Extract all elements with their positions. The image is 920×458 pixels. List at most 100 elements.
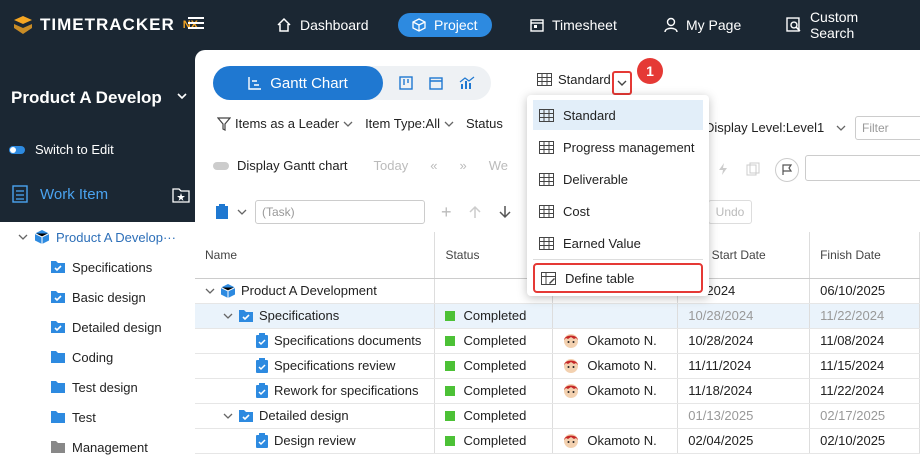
tree-item[interactable]: Management: [0, 432, 195, 458]
start-date-cell[interactable]: 10/28/2024: [677, 303, 811, 329]
tree-item[interactable]: Detailed design: [0, 312, 195, 342]
start-date-cell[interactable]: 10/28/2024: [677, 328, 811, 354]
start-date-cell[interactable]: 02/04/2025: [677, 428, 811, 454]
arrow-down-icon[interactable]: [498, 205, 512, 219]
table-row[interactable]: Design review Completed Okamoto N. 02/04/20…: [195, 428, 920, 454]
menu-item-progress-management[interactable]: Progress management: [533, 132, 703, 162]
assignee-cell[interactable]: Okamoto N.: [552, 378, 679, 404]
flag-button[interactable]: [775, 158, 799, 182]
switch-to-edit[interactable]: Switch to Edit: [9, 142, 114, 157]
assignee-cell[interactable]: Okamoto N.: [552, 428, 679, 454]
table-select[interactable]: Standard: [537, 72, 611, 87]
assignee-cell[interactable]: [552, 303, 679, 329]
finish-date-cell[interactable]: 06/10/2025: [809, 278, 920, 304]
calendar-view-icon[interactable]: [429, 76, 443, 90]
today-button[interactable]: Today: [374, 158, 409, 173]
chevron-down-icon[interactable]: [223, 312, 233, 320]
finish-date-cell[interactable]: 02/17/2025: [809, 403, 920, 429]
clipboard-icon[interactable]: [215, 204, 229, 220]
status-cell[interactable]: Completed: [434, 378, 554, 404]
chart-view-icon[interactable]: [459, 76, 475, 90]
table-row[interactable]: Specifications documents Completed Okamoto…: [195, 328, 920, 354]
nav-project[interactable]: Project: [398, 13, 492, 37]
project-name[interactable]: Product A Develop: [11, 88, 162, 108]
tree-item[interactable]: Coding: [0, 342, 195, 372]
table-select-dropdown-button[interactable]: [612, 71, 632, 95]
col-finish-date[interactable]: Finish Date: [809, 232, 920, 279]
tree-item[interactable]: Basic design: [0, 282, 195, 312]
finish-date: 11/08/2024: [820, 333, 885, 348]
filter-leader-label: Items as a Leader: [235, 116, 340, 131]
copy-icon[interactable]: [746, 162, 760, 176]
folder-icon: [50, 380, 66, 394]
finish-date-cell[interactable]: 02/10/2025: [809, 428, 920, 454]
table-row[interactable]: Specifications review Completed Okamoto N.…: [195, 353, 920, 379]
status-cell[interactable]: Completed: [434, 428, 554, 454]
chevron-down-icon[interactable]: [176, 90, 188, 102]
chevron-down-icon[interactable]: [223, 412, 233, 420]
task-input[interactable]: (Task): [255, 200, 425, 224]
start-date-cell[interactable]: 11/11/2024: [677, 353, 811, 379]
start-date-cell[interactable]: 11/18/2024: [677, 378, 811, 404]
nav-mypage[interactable]: My Page: [650, 13, 755, 37]
app-logo[interactable]: TIMETRACKER NX: [12, 14, 198, 36]
tree-item[interactable]: Test design: [0, 372, 195, 402]
table-row[interactable]: Detailed design Completed 01/13/2025 02/17/…: [195, 403, 920, 429]
col-name[interactable]: Name: [195, 232, 436, 279]
display-gantt-toggle[interactable]: Display Gantt chart Today « » We: [213, 158, 508, 173]
table-row[interactable]: Specifications Completed 10/28/2024 11/22/2…: [195, 303, 920, 329]
filter-item-type[interactable]: Item Type:All: [365, 116, 454, 131]
week-button[interactable]: We: [489, 158, 508, 173]
status-cell[interactable]: Completed: [434, 328, 554, 354]
finish-date-cell[interactable]: 11/22/2024: [809, 303, 920, 329]
nav-dashboard[interactable]: Dashboard: [262, 13, 383, 37]
status-cell[interactable]: Completed: [434, 403, 554, 429]
finish-date-cell[interactable]: 11/08/2024: [809, 328, 920, 354]
assignee-cell[interactable]: Okamoto N.: [552, 353, 679, 379]
tree-item[interactable]: Test: [0, 402, 195, 432]
tree-item-label: Product A Develop···: [56, 229, 176, 245]
favorite-folder-icon[interactable]: [172, 187, 190, 203]
status-cell[interactable]: Completed: [434, 303, 554, 329]
finish-date-cell[interactable]: 11/22/2024: [809, 378, 920, 404]
add-icon[interactable]: +: [441, 202, 452, 223]
menu-item-standard[interactable]: Standard: [533, 100, 703, 130]
status-cell[interactable]: Completed: [434, 353, 554, 379]
lightning-icon[interactable]: [717, 162, 729, 176]
tree-item[interactable]: Specifications: [0, 252, 195, 282]
nav-custom-search[interactable]: Custom Search: [772, 9, 920, 41]
chevron-down-icon[interactable]: [18, 233, 28, 241]
next-icon[interactable]: »: [459, 158, 466, 173]
board-view-icon[interactable]: [399, 76, 413, 90]
display-level[interactable]: Display Level:Level1: [705, 120, 846, 135]
work-item-header[interactable]: Work Item: [12, 185, 108, 203]
tree-item-label: Coding: [72, 349, 114, 365]
undo-button[interactable]: Undo: [708, 200, 752, 224]
start-date-cell[interactable]: 01/13/2025: [677, 403, 811, 429]
toggle-switch[interactable]: [9, 145, 25, 154]
gantt-chart-button[interactable]: Gantt Chart: [213, 66, 383, 100]
menu-item-cost[interactable]: Cost: [533, 196, 703, 226]
menu-item-earned-value[interactable]: Earned Value: [533, 228, 703, 258]
table-row[interactable]: Rework for specifications Completed Okamot…: [195, 378, 920, 404]
status-indicator: [445, 310, 456, 321]
filter-input[interactable]: Filter: [855, 116, 920, 140]
chevron-down-icon[interactable]: [205, 287, 215, 295]
gantt-toggle-switch[interactable]: [213, 161, 229, 170]
search-box[interactable]: [805, 155, 920, 181]
chevron-down-icon[interactable]: [237, 208, 247, 216]
tree-item[interactable]: Product A Develop···: [0, 222, 195, 252]
menu-item-label: Earned Value: [563, 235, 641, 251]
prev-icon[interactable]: «: [430, 158, 437, 173]
filter-leader[interactable]: Items as a Leader: [217, 116, 353, 131]
table-icon: [539, 204, 554, 218]
finish-date-cell[interactable]: 11/15/2024: [809, 353, 920, 379]
menu-item-deliverable[interactable]: Deliverable: [533, 164, 703, 194]
hamburger-menu-icon[interactable]: [188, 16, 204, 33]
arrow-up-icon[interactable]: [468, 205, 482, 219]
filter-status[interactable]: Status: [466, 116, 503, 131]
assignee-cell[interactable]: Okamoto N.: [552, 328, 679, 354]
menu-item-define-table[interactable]: Define table: [533, 263, 703, 293]
nav-timesheet[interactable]: Timesheet: [516, 13, 631, 37]
assignee-cell[interactable]: [552, 403, 679, 429]
